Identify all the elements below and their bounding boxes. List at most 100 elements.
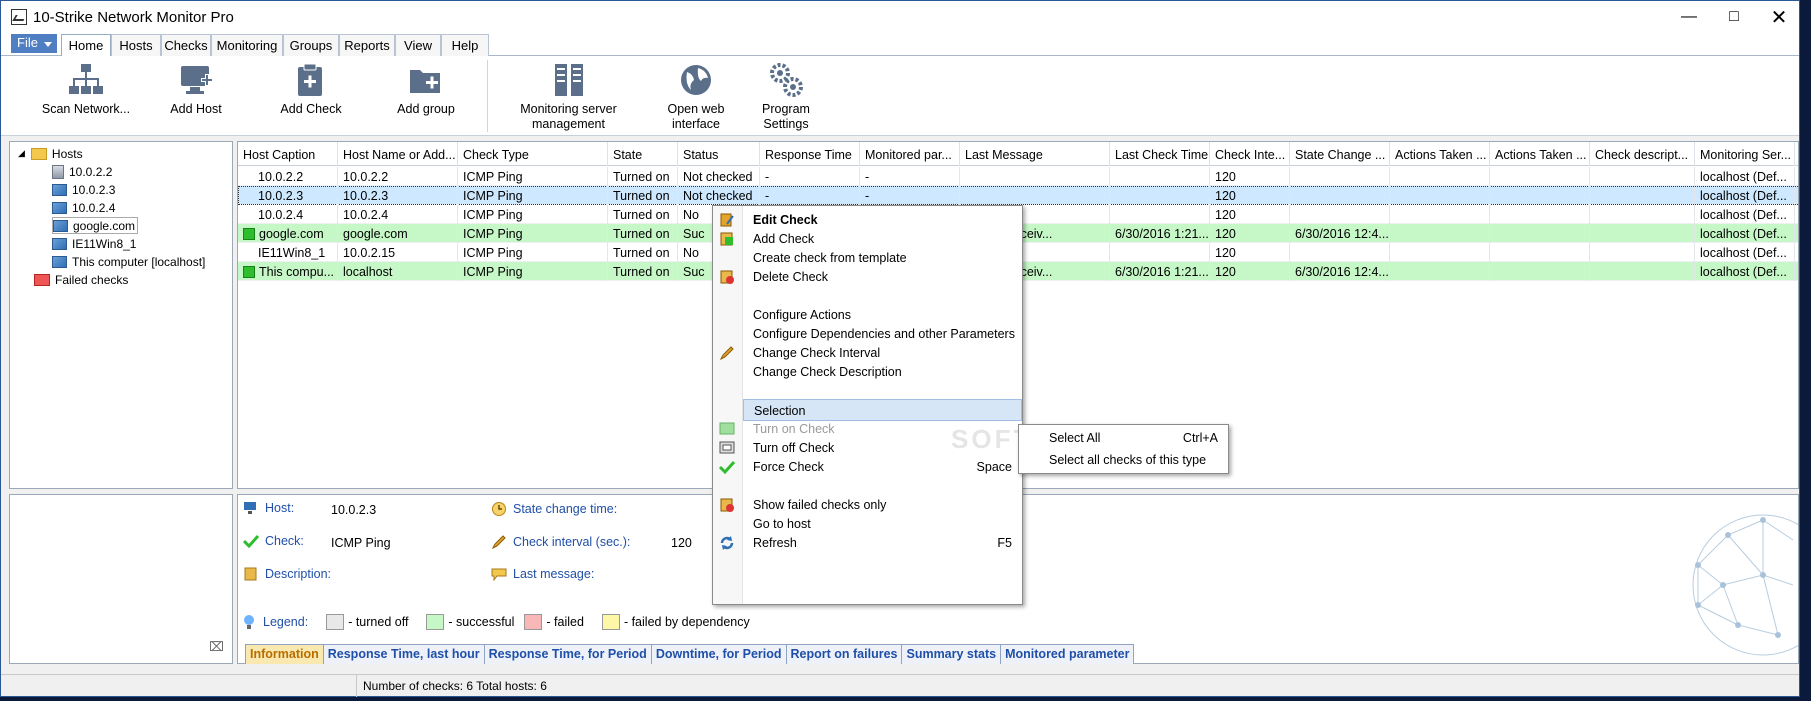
cell-actions-taken-2 xyxy=(1490,167,1590,186)
tree-host-item[interactable]: google.com xyxy=(52,217,139,234)
cell-monitoring-server: localhost (Def... xyxy=(1695,205,1795,224)
tab-summary-stats[interactable]: Summary stats xyxy=(901,644,1002,664)
cell-host-caption: This compu... xyxy=(238,262,338,281)
last-message-field-label: Last message: xyxy=(491,567,594,581)
column-header-host-caption[interactable]: Host Caption xyxy=(238,142,338,166)
cell-host-caption: 10.0.2.4 xyxy=(238,205,338,224)
tab-groups[interactable]: Groups xyxy=(283,34,339,56)
tab-checks[interactable]: Checks xyxy=(161,34,211,56)
legend-label: Legend: xyxy=(263,615,309,629)
tree-host-label: google.com xyxy=(73,218,136,233)
tab-reports[interactable]: Reports xyxy=(339,34,395,56)
cell-monitoring-server: localhost (Def... xyxy=(1695,167,1795,186)
edit-icon xyxy=(720,213,734,227)
expand-triangle-icon[interactable]: ◢ xyxy=(18,148,25,159)
ribbon-tab-bar: File Home Hosts Checks Monitoring Groups… xyxy=(1,33,1799,57)
column-header-host-name[interactable]: Host Name or Add... xyxy=(338,142,458,166)
success-status-icon xyxy=(243,228,255,240)
column-header-check-description[interactable]: Check descript... xyxy=(1590,142,1695,166)
tree-root-label: Hosts xyxy=(51,146,83,161)
menu-item-force-check[interactable]: Force Check Space xyxy=(743,456,1022,478)
tab-monitoring[interactable]: Monitoring xyxy=(211,34,283,56)
tab-response-time-last-hour[interactable]: Response Time, last hour xyxy=(322,644,485,664)
program-settings-button[interactable]: Program Settings xyxy=(746,62,826,132)
tree-host-item[interactable]: 10.0.2.4 xyxy=(52,199,115,216)
column-header-monitoring-server[interactable]: Monitoring Ser... xyxy=(1695,142,1795,166)
check-label-text: Check: xyxy=(265,534,304,548)
tab-help[interactable]: Help xyxy=(441,34,489,56)
add-check-button[interactable]: Add Check xyxy=(271,62,351,117)
tab-home[interactable]: Home xyxy=(61,34,111,57)
menu-item-label: Change Check Interval xyxy=(753,346,881,360)
tree-host-item[interactable]: 10.0.2.3 xyxy=(52,181,115,198)
submenu-select-all[interactable]: Select All Ctrl+A xyxy=(1019,427,1228,449)
column-header-state[interactable]: State xyxy=(608,142,678,166)
legend-item-successful: - successful xyxy=(426,614,514,630)
tree-host-item[interactable]: 10.0.2.2 xyxy=(52,163,112,180)
column-header-check-interval[interactable]: Check Inte... xyxy=(1210,142,1290,166)
tab-response-time-period[interactable]: Response Time, for Period xyxy=(483,644,652,664)
menu-item-delete-check[interactable]: Delete Check xyxy=(743,266,1022,288)
tree-host-item[interactable]: This computer [localhost] xyxy=(52,253,205,270)
scan-network-label: Scan Network... xyxy=(41,102,131,116)
legend-swatch xyxy=(326,614,345,630)
menu-item-refresh[interactable]: Refresh F5 xyxy=(743,532,1022,554)
cell-actions-taken-2 xyxy=(1490,186,1590,205)
cell-text: 10.0.2.4 xyxy=(258,208,304,222)
menu-item-label: Selection xyxy=(754,404,806,418)
column-header-actions-taken-1[interactable]: Actions Taken ... xyxy=(1390,142,1490,166)
refresh-icon xyxy=(720,536,734,550)
file-menu-button[interactable]: File xyxy=(11,34,57,53)
scan-network-button[interactable]: Scan Network... xyxy=(41,62,131,117)
add-check-icon xyxy=(720,232,733,246)
minimize-button[interactable]: — xyxy=(1666,1,1712,33)
tree-root-hosts[interactable]: ◢ Hosts xyxy=(18,145,83,162)
column-header-state-change[interactable]: State Change ... xyxy=(1290,142,1390,166)
menu-item-label: Edit Check xyxy=(753,213,818,227)
cell-last-message xyxy=(960,167,1110,186)
maximize-button[interactable]: □ xyxy=(1711,1,1757,33)
column-header-last-message[interactable]: Last Message xyxy=(960,142,1110,166)
title-bar: 10-Strike Network Monitor Pro — □ ✕ xyxy=(1,1,1799,33)
computer-icon xyxy=(53,219,68,232)
cell-state-change xyxy=(1290,167,1390,186)
tab-view[interactable]: View xyxy=(395,34,441,56)
open-web-interface-button[interactable]: Open web interface xyxy=(656,62,736,132)
column-header-check-type[interactable]: Check Type xyxy=(458,142,608,166)
tab-monitored-parameter[interactable]: Monitored parameter xyxy=(1000,644,1135,664)
tab-information[interactable]: Information xyxy=(245,644,324,664)
submenu-select-all-of-type[interactable]: Select all checks of this type xyxy=(1019,449,1228,471)
close-panel-icon[interactable]: ⌧ xyxy=(209,639,224,655)
column-header-status[interactable]: Status xyxy=(678,142,760,166)
cell-host-caption: 10.0.2.3 xyxy=(238,186,338,205)
menu-item-label: Create check from template xyxy=(753,251,907,265)
column-header-monitored-param[interactable]: Monitored par... xyxy=(860,142,960,166)
monitoring-server-management-button[interactable]: Monitoring server management xyxy=(516,62,621,132)
close-button[interactable]: ✕ xyxy=(1756,1,1802,33)
tree-failed-checks[interactable]: Failed checks xyxy=(34,271,128,288)
tab-hosts[interactable]: Hosts xyxy=(111,34,161,56)
table-row[interactable]: 10.0.2.3 10.0.2.3 ICMP Ping Turned on Not ch… xyxy=(238,186,1798,205)
table-row[interactable]: 10.0.2.2 10.0.2.2 ICMP Ping Turned on Not ch… xyxy=(238,167,1798,186)
cell-text: This compu... xyxy=(259,265,335,279)
column-header-response-time[interactable]: Response Time xyxy=(760,142,860,166)
tab-report-failures[interactable]: Report on failures xyxy=(785,644,903,664)
computer-icon xyxy=(52,255,67,268)
add-group-button[interactable]: Add group xyxy=(386,62,466,117)
menu-item-label: Turn on Check xyxy=(753,422,835,436)
status-bar: Number of checks: 6 Total hosts: 6 xyxy=(1,674,1799,697)
tree-host-item[interactable]: IE11Win8_1 xyxy=(52,235,136,252)
interval-field-value: 120 xyxy=(671,536,692,550)
legend-text: - turned off xyxy=(348,615,409,629)
column-header-actions-taken-2[interactable]: Actions Taken ... xyxy=(1490,142,1590,166)
menu-item-change-check-description[interactable]: Change Check Description xyxy=(743,361,1022,383)
add-host-button[interactable]: Add Host xyxy=(161,62,231,117)
description-field-label: Description: xyxy=(243,567,331,581)
add-host-label: Add Host xyxy=(170,102,222,116)
cell-last-check-time xyxy=(1110,205,1210,224)
add-check-label: Add Check xyxy=(280,102,342,116)
column-header-last-check-time[interactable]: Last Check Time xyxy=(1110,142,1210,166)
menu-item-label: Go to host xyxy=(753,517,811,531)
tab-downtime-period[interactable]: Downtime, for Period xyxy=(650,644,787,664)
cell-last-check-time: 6/30/2016 1:21... xyxy=(1110,224,1210,243)
